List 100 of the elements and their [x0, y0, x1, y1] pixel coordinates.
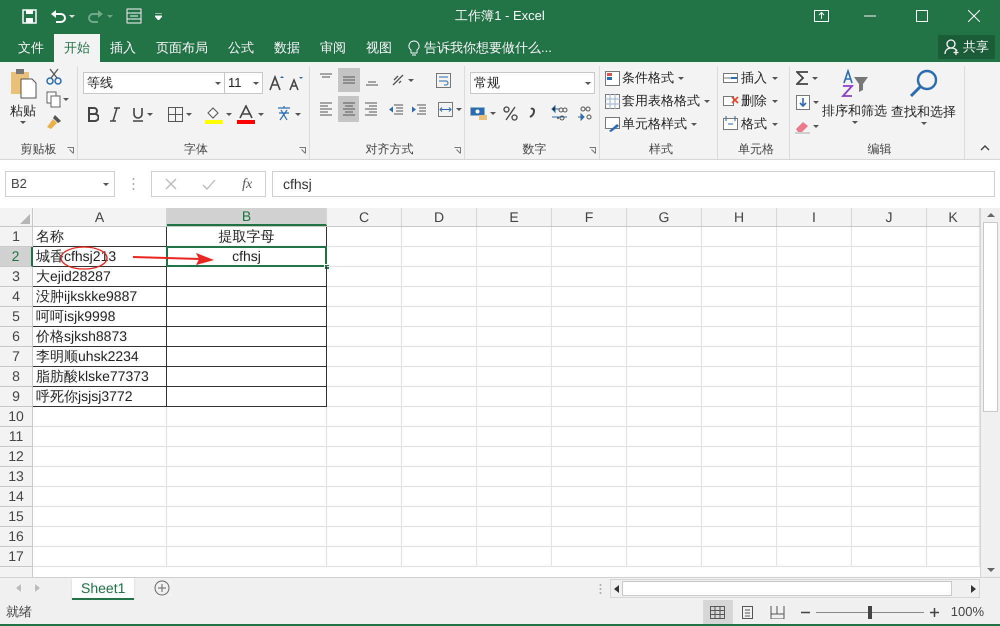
person-add-icon[interactable]	[944, 39, 959, 55]
spreadsheet-cell[interactable]: 呵呵isjk9998	[33, 307, 167, 327]
percent-icon[interactable]	[502, 106, 518, 120]
wrap-text-icon[interactable]	[436, 72, 450, 88]
column-header[interactable]: G	[627, 208, 702, 226]
next-sheet-icon[interactable]	[35, 584, 40, 592]
caret-icon[interactable]	[490, 112, 496, 114]
dialog-launcher-icon[interactable]	[589, 147, 596, 154]
maximize-icon[interactable]	[916, 10, 928, 22]
font-name-field[interactable]: 等线	[83, 72, 225, 94]
column-header[interactable]: C	[327, 208, 402, 226]
customize-caret-icon[interactable]	[155, 12, 162, 20]
caret-icon[interactable]	[772, 122, 778, 126]
row-header[interactable]: 8	[0, 367, 33, 387]
horizontal-scrollbar-thumb[interactable]	[622, 581, 952, 596]
caret-icon[interactable]	[812, 76, 818, 80]
row-header[interactable]: 10	[0, 407, 33, 427]
column-header[interactable]: E	[477, 208, 552, 226]
zoom-slider-track[interactable]	[816, 606, 924, 618]
caret-icon[interactable]	[253, 82, 259, 84]
spreadsheet-cell[interactable]: 名称	[33, 227, 167, 247]
ribbon-tab[interactable]: 公式	[218, 34, 264, 62]
spreadsheet-cell[interactable]: 李明顺uhsk2234	[33, 347, 167, 367]
redo-icon[interactable]	[88, 8, 104, 24]
caret-icon[interactable]	[585, 82, 591, 84]
clipboard-icon[interactable]	[9, 68, 37, 99]
ribbon-tab[interactable]: 审阅	[310, 34, 356, 62]
vertical-scrollbar-thumb[interactable]	[983, 222, 998, 412]
select-all-icon[interactable]	[20, 214, 30, 224]
cells-menu-button[interactable]: 格式	[723, 113, 789, 135]
ribbon-tab[interactable]: 开始	[54, 34, 100, 62]
spreadsheet-cell[interactable]: 提取字母	[167, 227, 327, 247]
delete-cells-icon[interactable]	[723, 93, 739, 109]
align-left-icon[interactable]	[318, 101, 333, 117]
new-sheet-button[interactable]	[154, 580, 170, 596]
collapse-ribbon-icon[interactable]	[980, 144, 990, 151]
format-painter-icon[interactable]	[46, 114, 62, 130]
alignment-button[interactable]	[338, 68, 360, 92]
row-header[interactable]: 15	[0, 507, 33, 527]
row-header[interactable]: 2	[0, 247, 33, 267]
scroll-left-icon[interactable]	[614, 584, 619, 592]
zoom-in-icon[interactable]	[930, 608, 939, 616]
view-button[interactable]	[702, 600, 733, 624]
row-header[interactable]: 11	[0, 427, 33, 447]
caret-icon[interactable]	[772, 100, 778, 102]
dialog-launcher-icon[interactable]	[67, 147, 74, 154]
ribbon-tab[interactable]: 数据	[264, 34, 310, 62]
enter-check-icon[interactable]	[202, 178, 216, 190]
insert-cells-icon[interactable]	[723, 70, 739, 86]
formula-field[interactable]: cfhsj	[272, 171, 995, 197]
dialog-launcher-icon[interactable]	[299, 147, 306, 154]
bold-icon[interactable]	[87, 106, 99, 122]
undo-icon[interactable]	[50, 8, 66, 24]
scroll-right-icon[interactable]	[971, 584, 976, 592]
cut-icon[interactable]	[46, 68, 62, 85]
row-header[interactable]: 7	[0, 347, 33, 367]
caret-icon[interactable]	[146, 112, 152, 116]
spreadsheet-cell[interactable]: 大ejid28287	[33, 267, 167, 287]
insert-function-icon[interactable]: fx	[242, 174, 252, 194]
caret-icon[interactable]	[772, 76, 778, 80]
row-header[interactable]: 9	[0, 387, 33, 407]
row-header[interactable]: 4	[0, 287, 33, 307]
sheet-tab[interactable]: Sheet1	[72, 578, 134, 600]
caret-icon[interactable]	[20, 120, 26, 124]
orientation-icon[interactable]	[390, 73, 404, 87]
styles-menu-button[interactable]: 条件格式	[605, 67, 717, 89]
spreadsheet-cell[interactable]	[167, 287, 327, 307]
ribbon-tab[interactable]: 文件	[8, 34, 54, 62]
row-header[interactable]: 5	[0, 307, 33, 327]
caret-icon[interactable]	[69, 14, 75, 18]
spreadsheet-cell[interactable]	[167, 327, 327, 347]
column-header[interactable]: I	[777, 208, 852, 226]
page-layout-view-icon[interactable]	[740, 606, 756, 618]
row-header[interactable]: 1	[0, 227, 33, 247]
caret-icon[interactable]	[852, 120, 858, 124]
row-header[interactable]: 3	[0, 267, 33, 287]
dialog-launcher-icon[interactable]	[454, 147, 461, 154]
spreadsheet-cell[interactable]	[167, 347, 327, 367]
column-header[interactable]: B	[167, 208, 327, 226]
page-break-view-icon[interactable]	[770, 606, 786, 618]
caret-icon[interactable]	[63, 98, 69, 101]
spreadsheet-cell[interactable]	[167, 367, 327, 387]
row-header[interactable]: 12	[0, 447, 33, 467]
ribbon-tab[interactable]: 视图	[356, 34, 402, 62]
paste-button[interactable]: 粘贴	[6, 66, 40, 139]
fill-down-icon[interactable]	[796, 94, 810, 110]
styles-menu-button[interactable]: 单元格样式	[605, 113, 717, 135]
close-icon[interactable]	[968, 10, 980, 22]
align-center-icon[interactable]	[342, 101, 356, 117]
italic-icon[interactable]	[109, 106, 121, 122]
font-size-field[interactable]: 11	[225, 72, 263, 94]
spreadsheet-cell[interactable]: 价格sjksh8873	[33, 327, 167, 347]
minimize-icon[interactable]	[864, 15, 876, 17]
zoom-slider-thumb[interactable]	[868, 606, 872, 618]
cancel-icon[interactable]	[164, 178, 177, 190]
zoom-level[interactable]: 100%	[950, 602, 984, 622]
caret-icon[interactable]	[678, 76, 684, 80]
comma-icon[interactable]	[528, 107, 536, 119]
name-box[interactable]: B2	[5, 171, 115, 197]
phonetic-guide-icon[interactable]	[276, 106, 292, 122]
